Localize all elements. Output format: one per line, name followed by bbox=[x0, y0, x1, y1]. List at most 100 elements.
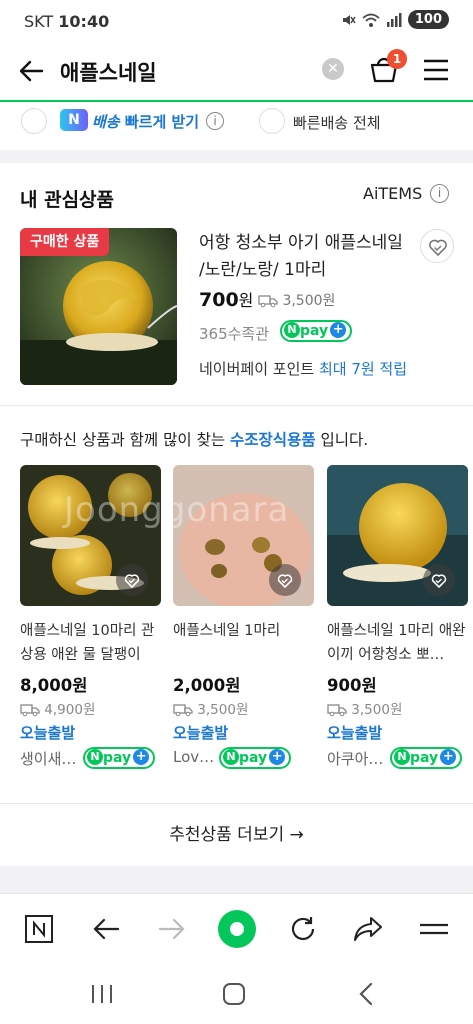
recommend-title-prefix: 구매하신 상품과 함께 많이 찾는 bbox=[20, 431, 226, 449]
home-icon[interactable] bbox=[222, 982, 246, 1006]
forward-icon[interactable] bbox=[158, 916, 186, 942]
browser-toolbar bbox=[0, 893, 473, 963]
signal-icon bbox=[386, 12, 402, 27]
search-query[interactable]: 애플스네일 bbox=[60, 57, 157, 87]
shipping-fee-value: 3,500원 bbox=[282, 293, 336, 309]
clear-search-button[interactable]: ✕ bbox=[322, 58, 344, 80]
delivery-filter-row: N 배송 빠르게 받기 i 빠른배송 전체 bbox=[0, 102, 473, 150]
menu-icon[interactable] bbox=[422, 58, 450, 82]
interest-section-title: 내 관심상품 bbox=[20, 189, 115, 211]
wishlist-heart-button[interactable] bbox=[420, 229, 454, 263]
naver-home-icon[interactable] bbox=[24, 914, 54, 944]
npay-n-icon: N bbox=[394, 749, 410, 765]
truck-icon bbox=[327, 704, 347, 717]
npay-label: pay bbox=[410, 750, 439, 766]
recommend-title-suffix: 입니다. bbox=[320, 431, 369, 449]
rec-card-seller[interactable]: 아쿠아… bbox=[327, 748, 383, 769]
rec-card-heart-button[interactable] bbox=[116, 564, 148, 596]
fast-delivery-word1: 배송 bbox=[92, 113, 120, 131]
more-recommendations-button[interactable]: 추천상품 더보기 → bbox=[0, 804, 473, 866]
rec-card-seller[interactable]: 생이새… bbox=[20, 748, 76, 769]
status-carrier-time: SKT 10:40 bbox=[24, 12, 109, 31]
rec-card-name[interactable]: 애플스네일 10마리 관상용 애완 물 달팽이 bbox=[20, 619, 161, 667]
truck-icon bbox=[258, 295, 278, 308]
rec-card-shipping: 3,500원 bbox=[173, 698, 248, 718]
rec-card-shipping: 4,900원 bbox=[20, 698, 95, 718]
aitems-info-icon[interactable]: i bbox=[430, 184, 449, 203]
watermark: Joonggonara bbox=[64, 490, 290, 530]
rec-card-price: 900원 bbox=[327, 676, 377, 695]
rec-card-name[interactable]: 애플스네일 1마리 bbox=[173, 619, 314, 643]
fast-delivery-label[interactable]: 배송 빠르게 받기 bbox=[92, 111, 199, 132]
heart-check-icon bbox=[277, 574, 293, 589]
aitems-label: AiTEMS bbox=[363, 184, 423, 203]
status-icons: 100 bbox=[340, 10, 449, 29]
npay-label: pay bbox=[239, 750, 268, 766]
naverpay-point: 네이버페이 포인트 최대 7원 적립 bbox=[199, 358, 407, 379]
point-highlight: 최대 7원 적립 bbox=[318, 360, 408, 378]
n-delivery-icon: N bbox=[60, 109, 88, 131]
mute-icon bbox=[342, 14, 356, 25]
section-gap bbox=[0, 150, 473, 163]
product-price: 700원 bbox=[199, 287, 253, 311]
truck-icon bbox=[20, 704, 40, 717]
status-bar: SKT 10:40 100 bbox=[0, 0, 473, 44]
rec-card-heart-button[interactable] bbox=[423, 564, 455, 596]
npay-badge: Npay + bbox=[390, 747, 463, 769]
npay-plus-icon: + bbox=[133, 749, 150, 765]
npay-n-icon: N bbox=[284, 322, 300, 338]
search-header: 애플스네일 ✕ 1 bbox=[0, 44, 473, 102]
info-icon[interactable]: i bbox=[206, 112, 224, 130]
all-fast-delivery-radio[interactable] bbox=[259, 108, 285, 134]
npay-n-icon: N bbox=[223, 749, 239, 765]
rec-card-shipping: 3,500원 bbox=[327, 698, 402, 718]
recommend-category-link[interactable]: 수조장식용품 bbox=[230, 431, 316, 449]
npay-plus-icon: + bbox=[330, 322, 347, 338]
green-dot-icon[interactable] bbox=[217, 909, 257, 949]
npay-label: pay bbox=[300, 323, 329, 339]
store-name[interactable]: 365수족관 bbox=[199, 323, 269, 344]
recommend-title: 구매하신 상품과 함께 많이 찾는 수조장식용품 입니다. bbox=[20, 428, 368, 450]
fast-delivery-radio[interactable] bbox=[21, 108, 47, 134]
wifi-icon bbox=[362, 13, 380, 27]
back-arrow-icon[interactable] bbox=[16, 56, 46, 86]
battery-indicator: 100 bbox=[407, 10, 449, 29]
rec-card-shipping-value: 3,500원 bbox=[351, 702, 403, 718]
shipping-fee: 3,500원 bbox=[258, 290, 335, 310]
system-nav-bar bbox=[0, 963, 473, 1024]
menu-icon[interactable] bbox=[419, 918, 449, 940]
rec-card-name[interactable]: 애플스네일 1마리 애완 이끼 어항청소 뽀… bbox=[327, 619, 468, 667]
price-unit: 원 bbox=[238, 291, 254, 310]
rec-card-today-departure: 오늘출발 bbox=[173, 724, 229, 742]
rec-card-heart-button[interactable] bbox=[269, 564, 301, 596]
all-fast-delivery-label[interactable]: 빠른배송 전체 bbox=[293, 112, 381, 133]
rec-card-seller[interactable]: Lov… bbox=[173, 748, 214, 766]
rec-card-price: 2,000원 bbox=[173, 676, 241, 695]
rec-card-today-departure: 오늘출발 bbox=[327, 724, 383, 742]
purchased-badge: 구매한 상품 bbox=[20, 228, 110, 256]
refresh-icon[interactable] bbox=[288, 914, 318, 944]
point-prefix: 네이버페이 포인트 bbox=[199, 360, 315, 378]
npay-plus-icon: + bbox=[269, 749, 286, 765]
heart-check-icon bbox=[431, 574, 447, 589]
npay-plus-icon: + bbox=[440, 749, 457, 765]
npay-badge: Npay + bbox=[219, 747, 292, 769]
npay-n-icon: N bbox=[87, 749, 103, 765]
rec-card-shipping-value: 4,900원 bbox=[44, 702, 96, 718]
npay-badge: Npay + bbox=[280, 320, 353, 342]
price-value: 700 bbox=[199, 289, 239, 311]
rec-card-today-departure: 오늘출발 bbox=[20, 724, 76, 742]
heart-check-icon bbox=[429, 239, 447, 257]
section-gap bbox=[0, 866, 473, 893]
divider bbox=[0, 405, 473, 406]
back-icon[interactable] bbox=[92, 916, 120, 942]
npay-label: pay bbox=[103, 750, 132, 766]
recent-apps-icon[interactable] bbox=[90, 983, 114, 1005]
heart-check-icon bbox=[124, 574, 140, 589]
share-icon[interactable] bbox=[352, 914, 384, 944]
npay-badge: Npay + bbox=[83, 747, 156, 769]
product-title[interactable]: 어항 청소부 아기 애플스네일 /노란/노랑/ 1마리 bbox=[199, 230, 413, 284]
back-nav-icon[interactable] bbox=[356, 982, 376, 1006]
rec-card-price: 8,000원 bbox=[20, 676, 88, 695]
rec-card-shipping-value: 3,500원 bbox=[197, 702, 249, 718]
